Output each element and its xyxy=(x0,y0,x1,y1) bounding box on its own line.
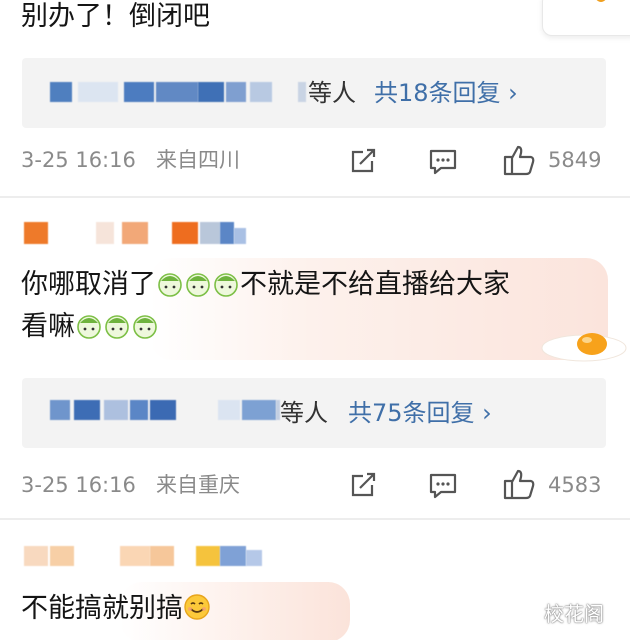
blurred-username xyxy=(226,82,246,102)
comment-1-replies[interactable]: 等人 共18条回复 › xyxy=(22,58,606,128)
grape-face-emoji-icon xyxy=(156,271,184,306)
blurred-username xyxy=(50,546,74,566)
reply-names-suffix: 等人 xyxy=(280,399,328,427)
blurred-username xyxy=(120,546,150,566)
divider xyxy=(0,518,630,520)
blurred-username xyxy=(130,400,148,420)
blurred-username xyxy=(156,82,198,102)
comment-2-reply-icon[interactable] xyxy=(428,472,458,504)
blurred-username xyxy=(24,222,48,244)
comment-1-reply-icon[interactable] xyxy=(428,148,458,180)
blurred-username xyxy=(74,400,100,420)
blurred-username xyxy=(50,82,72,102)
comment-2-text-part: 看嘛 xyxy=(21,311,75,342)
comment-1-share-icon[interactable] xyxy=(348,146,378,180)
blurred-username xyxy=(220,222,234,244)
reply-count-link[interactable]: 共75条回复 › xyxy=(348,398,492,428)
blurred-username xyxy=(196,546,220,566)
fried-egg-icon xyxy=(532,324,628,368)
divider xyxy=(0,196,630,198)
blurred-username xyxy=(122,222,148,244)
blurred-username xyxy=(78,82,118,102)
comment-3-text-part: 不能搞就别搞 xyxy=(21,593,183,624)
blurred-username xyxy=(250,82,272,102)
comment-2-date: 3-25 16:16 xyxy=(21,473,136,497)
grape-face-emoji-icon xyxy=(131,313,159,348)
grape-face-emoji-icon xyxy=(212,271,240,306)
grape-face-emoji-icon xyxy=(184,271,212,306)
blurred-username xyxy=(198,82,224,102)
watermark: 校花阁 xyxy=(544,602,604,626)
comment-1-like-count: 5849 xyxy=(548,148,602,172)
blurred-username xyxy=(24,546,48,566)
reply-names-suffix: 等人 xyxy=(308,79,356,107)
comment-2-share-icon[interactable] xyxy=(348,470,378,504)
comment-1-text: 别办了！倒闭吧 xyxy=(21,1,210,32)
comment-2-text-part: 不就是不给直播给大家 xyxy=(240,269,510,300)
comment-2-location: 来自重庆 xyxy=(156,473,240,497)
comment-1-location: 来自四川 xyxy=(156,148,240,172)
emoji-icon xyxy=(591,0,611,15)
top-right-card xyxy=(542,0,630,36)
blurred-username xyxy=(124,82,154,102)
blurred-username xyxy=(298,82,306,102)
blurred-username xyxy=(50,400,70,420)
blurred-username xyxy=(218,400,240,420)
comment-2-text-part: 你哪取消了 xyxy=(21,269,156,300)
grape-face-emoji-icon xyxy=(75,313,103,348)
blurred-username xyxy=(200,222,220,244)
comment-2-replies[interactable]: 等人 共75条回复 › xyxy=(22,378,606,448)
comment-1-like-icon[interactable] xyxy=(502,144,536,180)
comment-1-date: 3-25 16:16 xyxy=(21,148,136,172)
smile-emoji-icon xyxy=(183,593,211,630)
comment-3-text: 不能搞就别搞 xyxy=(21,592,211,630)
comment-2-like-icon[interactable] xyxy=(502,468,536,504)
grape-face-emoji-icon xyxy=(103,313,131,348)
blurred-username xyxy=(172,222,198,244)
reply-count-link[interactable]: 共18条回复 › xyxy=(374,78,518,108)
blurred-username xyxy=(96,222,114,244)
comment-2-text-line1: 你哪取消了 不就是不给直播给大家 xyxy=(21,268,510,306)
blurred-username xyxy=(242,400,276,420)
blurred-username xyxy=(150,400,176,420)
comment-2-text-line2: 看嘛 xyxy=(21,310,159,348)
blurred-username xyxy=(220,546,246,566)
blurred-username xyxy=(150,546,174,566)
blurred-username xyxy=(104,400,128,420)
blurred-username xyxy=(234,228,246,244)
comment-2-like-count: 4583 xyxy=(548,473,602,497)
blurred-username xyxy=(246,550,262,566)
